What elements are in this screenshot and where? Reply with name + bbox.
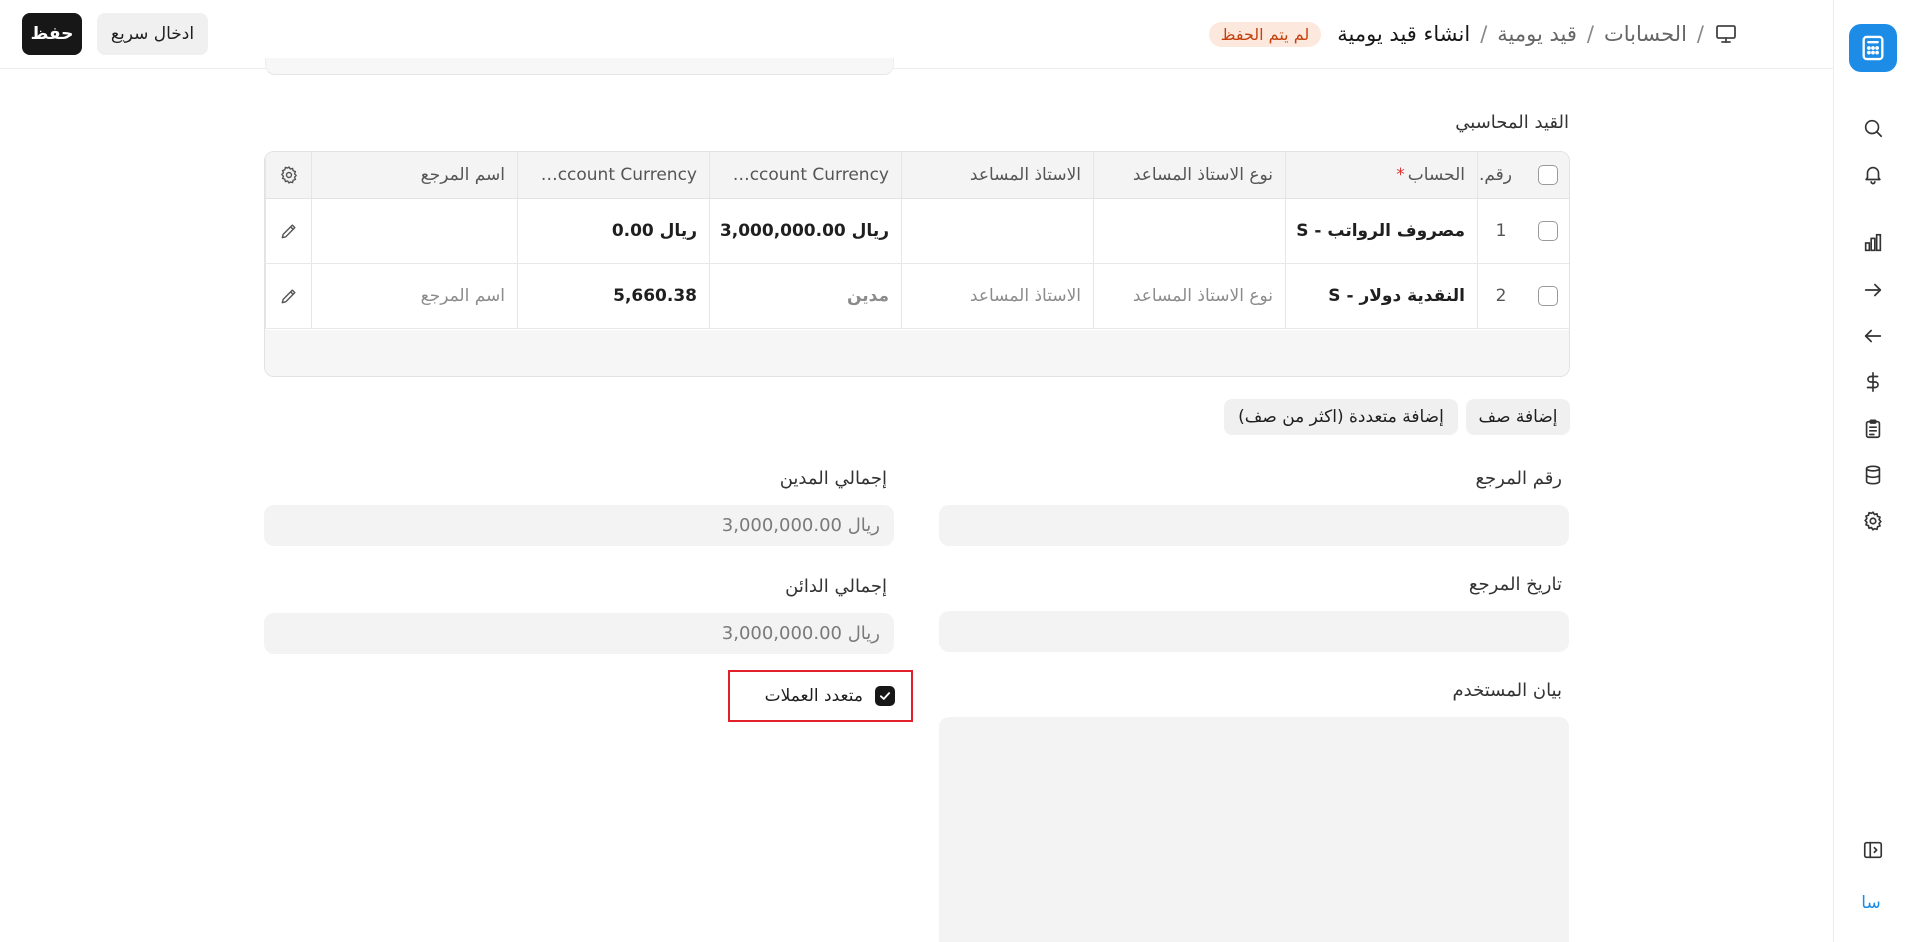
reference-number-label: رقم المرجع bbox=[1475, 468, 1562, 489]
row-reference-name[interactable]: اسم المرجع bbox=[311, 264, 517, 328]
header-party-label: الاستاذ المساعد bbox=[969, 165, 1081, 185]
table-header: رقم. الحساب * نوع الاستاذ المساعد الاستا… bbox=[265, 152, 1569, 199]
breadcrumb: / الحسابات / قيد يومية / انشاء قيد يومية… bbox=[1208, 18, 1738, 50]
bar-chart-icon[interactable] bbox=[1860, 230, 1886, 256]
row-select-cell bbox=[1524, 264, 1569, 328]
header-party-type-label: نوع الاستاذ المساعد bbox=[1132, 165, 1273, 185]
app-sidebar: سا bbox=[1833, 0, 1908, 942]
row-party[interactable]: الاستاذ المساعد bbox=[901, 264, 1093, 328]
total-credit-field: ريال 3,000,000.00 bbox=[264, 613, 894, 654]
add-row-button[interactable]: إضافة صف bbox=[1466, 399, 1570, 435]
header-credit: …ccount Currency bbox=[517, 152, 709, 198]
breadcrumb-separator: / bbox=[1586, 22, 1594, 46]
row-no: 2 bbox=[1477, 264, 1524, 328]
header-debit: …ccount Currency bbox=[709, 152, 901, 198]
header-reference-name: اسم المرجع bbox=[311, 152, 517, 198]
select-all-checkbox[interactable] bbox=[1537, 165, 1558, 185]
check-icon bbox=[879, 692, 891, 700]
bell-icon[interactable] bbox=[1860, 161, 1886, 187]
breadcrumb-separator: / bbox=[1696, 22, 1704, 46]
header-account-label: الحساب bbox=[1407, 165, 1465, 185]
multi-currency-checkbox[interactable] bbox=[875, 686, 895, 706]
arrow-right-icon[interactable] bbox=[1860, 277, 1886, 303]
search-icon[interactable] bbox=[1860, 115, 1886, 141]
edit-row-icon[interactable] bbox=[279, 221, 299, 241]
multi-currency-label: متعدد العملات bbox=[764, 686, 863, 706]
calculator-icon[interactable] bbox=[1849, 24, 1897, 72]
table-row[interactable]: 2 النقدية دولار - S نوع الاستاذ المساعد … bbox=[265, 264, 1569, 329]
header-party: الاستاذ المساعد bbox=[901, 152, 1093, 198]
dollar-icon[interactable] bbox=[1860, 369, 1886, 395]
row-credit[interactable]: ريال 0.00 bbox=[517, 199, 709, 263]
header-debit-label: …ccount Currency bbox=[732, 165, 889, 185]
breadcrumb-separator: / bbox=[1480, 22, 1488, 46]
database-icon[interactable] bbox=[1860, 462, 1886, 488]
row-debit[interactable]: ريال 3,000,000.00 bbox=[709, 199, 901, 263]
header-party-type: نوع الاستاذ المساعد bbox=[1093, 152, 1285, 198]
column-settings-icon[interactable] bbox=[279, 165, 299, 185]
row-credit[interactable]: 5,660.38 bbox=[517, 264, 709, 328]
row-edit-cell bbox=[265, 199, 311, 263]
header-credit-label: …ccount Currency bbox=[540, 165, 697, 185]
breadcrumb-accounts[interactable]: الحسابات bbox=[1604, 22, 1687, 46]
page-title: انشاء قيد يومية bbox=[1337, 22, 1471, 46]
row-no: 1 bbox=[1477, 199, 1524, 263]
reference-date-input[interactable] bbox=[939, 611, 1569, 652]
row-party-type[interactable]: نوع الاستاذ المساعد bbox=[1093, 264, 1285, 328]
breadcrumb-journal-entry[interactable]: قيد يومية bbox=[1497, 22, 1577, 46]
row-checkbox[interactable] bbox=[1537, 221, 1558, 241]
clipboard-icon[interactable] bbox=[1860, 416, 1886, 442]
row-debit[interactable]: مدين bbox=[709, 264, 901, 328]
row-edit-cell bbox=[265, 264, 311, 328]
gear-icon[interactable] bbox=[1860, 508, 1886, 534]
quick-entry-button[interactable]: ادخال سريع bbox=[97, 13, 208, 55]
multi-currency-toggle[interactable]: متعدد العملات bbox=[728, 670, 913, 722]
header-no: رقم. bbox=[1477, 152, 1524, 198]
reference-date-label: تاريخ المرجع bbox=[1468, 574, 1562, 595]
row-select-cell bbox=[1524, 199, 1569, 263]
row-checkbox[interactable] bbox=[1537, 286, 1558, 306]
total-debit-label: إجمالي المدين bbox=[779, 468, 887, 489]
add-multiple-rows-button[interactable]: إضافة متعددة (اكثر من صف) bbox=[1224, 399, 1458, 435]
accounts-table: رقم. الحساب * نوع الاستاذ المساعد الاستا… bbox=[264, 151, 1570, 377]
row-account[interactable]: مصروف الرواتب - S bbox=[1285, 199, 1477, 263]
row-account[interactable]: النقدية دولار - S bbox=[1285, 264, 1477, 328]
header-reference-name-label: اسم المرجع bbox=[420, 165, 505, 185]
user-avatar[interactable]: سا bbox=[1854, 888, 1888, 918]
row-party-type[interactable] bbox=[1093, 199, 1285, 263]
sidebar-toggle-icon[interactable] bbox=[1860, 837, 1886, 863]
user-remark-textarea[interactable] bbox=[939, 717, 1569, 942]
arrow-left-icon[interactable] bbox=[1860, 323, 1886, 349]
previous-field-bottom bbox=[265, 58, 894, 75]
header-no-label: رقم. bbox=[1478, 165, 1512, 185]
save-button[interactable]: حفظ bbox=[22, 13, 82, 55]
total-credit-label: إجمالي الدائن bbox=[785, 576, 887, 597]
select-all-cell bbox=[1524, 152, 1569, 198]
user-remark-label: بيان المستخدم bbox=[1452, 680, 1562, 701]
monitor-icon[interactable] bbox=[1714, 22, 1738, 46]
reference-number-input[interactable] bbox=[939, 505, 1569, 546]
header-account: الحساب * bbox=[1285, 152, 1477, 198]
table-footer bbox=[265, 330, 1569, 376]
edit-row-icon[interactable] bbox=[279, 286, 299, 306]
row-party[interactable] bbox=[901, 199, 1093, 263]
required-marker: * bbox=[1396, 165, 1405, 185]
status-badge: لم يتم الحفظ bbox=[1208, 21, 1322, 47]
table-row[interactable]: 1 مصروف الرواتب - S ريال 3,000,000.00 ري… bbox=[265, 199, 1569, 264]
row-reference-name[interactable] bbox=[311, 199, 517, 263]
section-title-accounting-entry: القيد المحاسبي bbox=[1455, 112, 1569, 133]
total-debit-field: ريال 3,000,000.00 bbox=[264, 505, 894, 546]
header-settings-cell bbox=[265, 152, 311, 198]
